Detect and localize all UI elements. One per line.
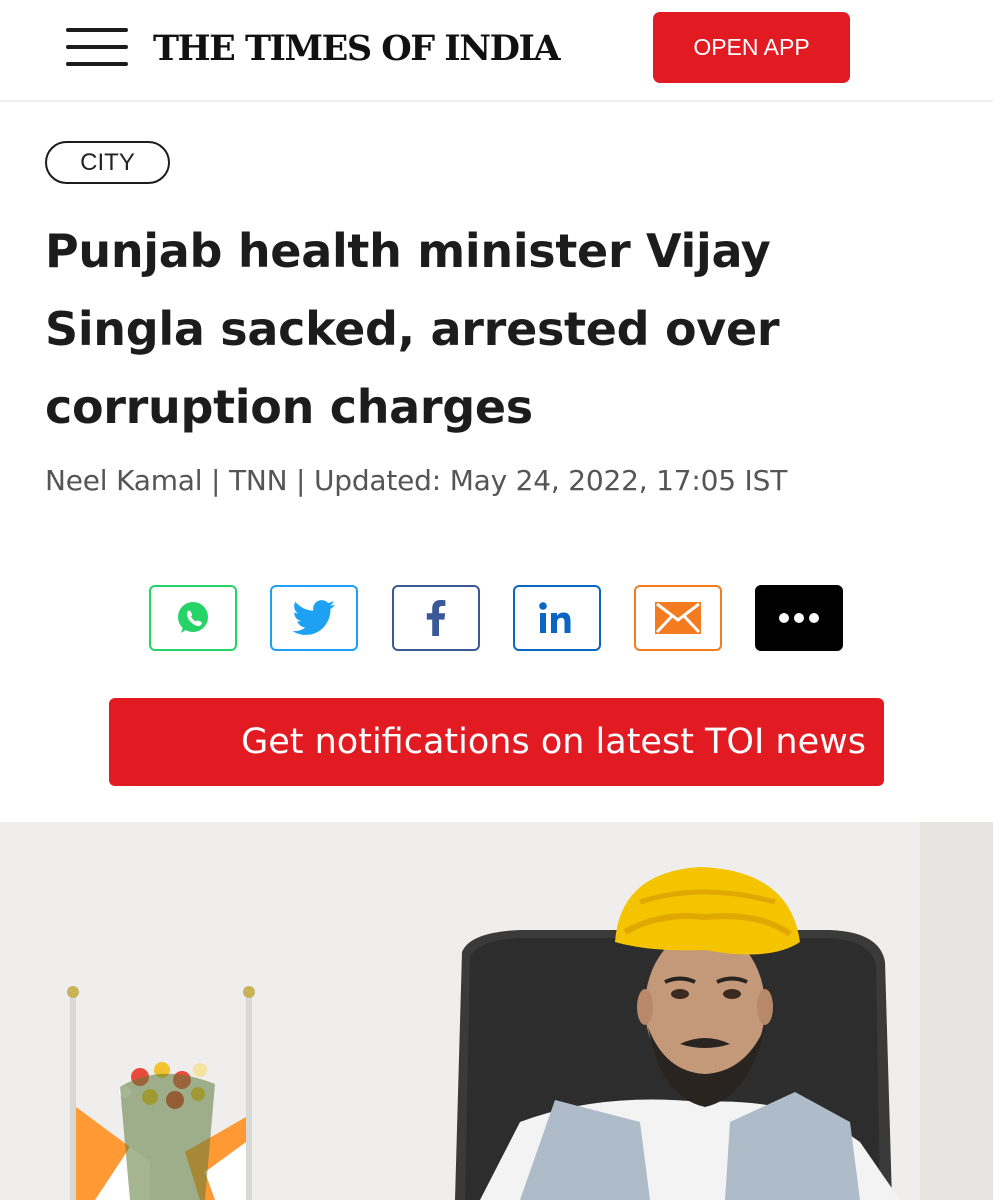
top-header: THE TIMES OF INDIA OPEN APP — [0, 0, 993, 102]
article-hero-image — [0, 822, 993, 1200]
whatsapp-icon — [178, 602, 208, 633]
share-facebook-button[interactable] — [392, 585, 480, 651]
hamburger-menu-icon[interactable] — [66, 28, 128, 66]
share-email-button[interactable] — [634, 585, 722, 651]
more-icon — [779, 613, 819, 623]
share-more-button[interactable] — [755, 585, 843, 651]
category-chip[interactable]: CITY — [45, 141, 170, 184]
linkedin-icon — [539, 602, 571, 633]
notifications-button[interactable]: Get notifications on latest TOI news — [109, 698, 884, 786]
open-app-button[interactable]: OPEN APP — [653, 12, 850, 83]
share-whatsapp-button[interactable] — [149, 585, 237, 651]
share-linkedin-button[interactable] — [513, 585, 601, 651]
twitter-icon — [292, 600, 335, 635]
hero-photo — [0, 822, 993, 1200]
article-headline: Punjab health minister Vijay Singla sack… — [45, 224, 780, 434]
email-icon — [655, 602, 701, 634]
masthead-logo[interactable]: THE TIMES OF INDIA — [153, 24, 561, 74]
share-twitter-button[interactable] — [270, 585, 358, 651]
article-byline: Neel Kamal | TNN | Updated: May 24, 2022… — [45, 464, 788, 497]
facebook-icon — [426, 600, 446, 636]
